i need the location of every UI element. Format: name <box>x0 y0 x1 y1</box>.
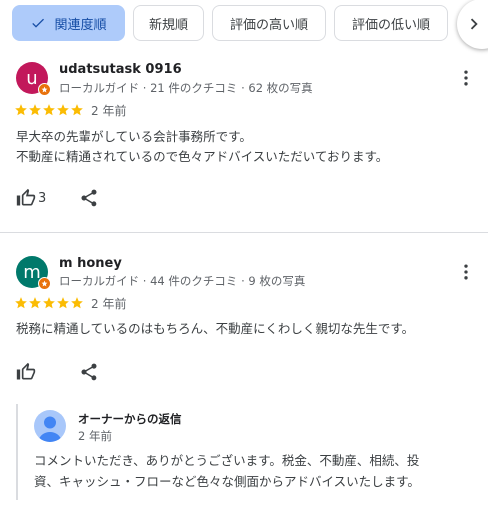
person-icon <box>38 416 62 442</box>
review-card: m m honey ローカルガイド · 44 件のクチコミ · 9 枚の写真 2… <box>0 0 488 500</box>
owner-reply: オーナーからの返信 2 年前 コメントいただき、ありがとうございます。税金、不動… <box>16 404 488 500</box>
owner-reply-line: 資、キャッシュ・フローなど色々な側面からアドバイスいたします。 <box>34 474 420 489</box>
more-options-button[interactable] <box>456 262 476 282</box>
star-icon <box>57 297 69 309</box>
star-rating <box>14 296 84 310</box>
like-button[interactable] <box>16 362 38 382</box>
star-icon <box>15 297 27 309</box>
more-vert-icon <box>464 264 468 280</box>
star-icon <box>43 297 55 309</box>
review-text-line: 税務に精通しているのはもちろん、不動産にくわしく親切な先生です。 <box>16 321 415 336</box>
owner-reply-label: オーナーからの返信 <box>78 412 182 426</box>
review-date: 2 年前 <box>91 297 127 311</box>
thumb-up-icon <box>16 362 36 380</box>
star-icon <box>71 297 83 309</box>
share-button[interactable] <box>79 362 99 382</box>
share-icon <box>81 363 97 381</box>
reviewer-name[interactable]: m honey <box>59 256 122 271</box>
owner-reply-line: コメントいただき、ありがとうございます。税金、不動産、相続、投 <box>34 453 420 468</box>
star-icon <box>29 297 41 309</box>
review-text: 税務に精通しているのはもちろん、不動産にくわしく親切な先生です。 <box>16 319 476 339</box>
owner-reply-date: 2 年前 <box>78 429 112 443</box>
local-guide-badge-icon <box>38 277 51 290</box>
reviewer-meta[interactable]: ローカルガイド · 44 件のクチコミ · 9 枚の写真 <box>59 273 305 289</box>
owner-reply-text: コメントいただき、ありがとうございます。税金、不動産、相続、投 資、キャッシュ・… <box>34 450 484 492</box>
owner-avatar <box>34 410 66 442</box>
avatar[interactable]: m <box>16 256 51 290</box>
